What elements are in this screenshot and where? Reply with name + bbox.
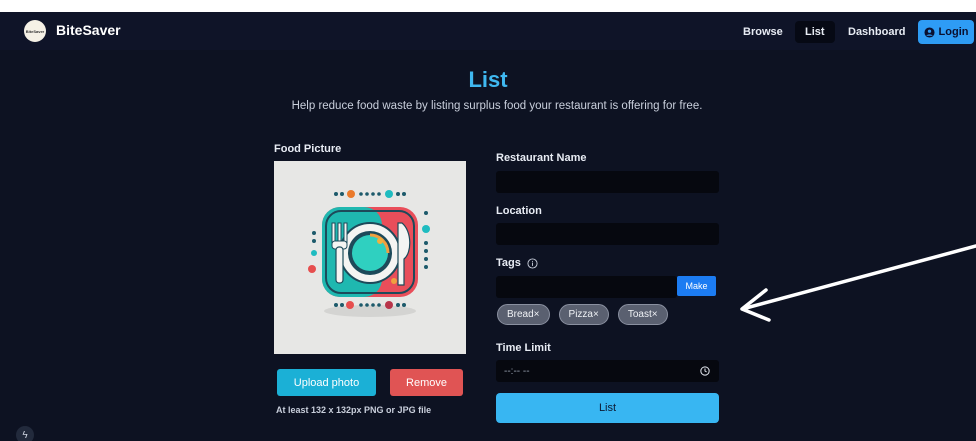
submit-list-button[interactable]: List [496,393,719,423]
tags-input[interactable] [496,276,677,298]
food-picture-preview [274,161,466,354]
restaurant-name-input[interactable] [496,171,719,193]
tag-chip-pizza[interactable]: Pizza× [558,304,609,325]
navbar: BiteSaver BiteSaver Browse List Dashboar… [0,12,976,50]
login-label: Login [938,26,969,38]
time-limit-label: Time Limit [496,342,551,354]
page-title: List [468,67,508,92]
time-limit-value: --:-- -- [504,365,530,377]
location-input[interactable] [496,223,719,245]
app-window: BiteSaver BiteSaver Browse List Dashboar… [0,12,976,441]
user-circle-icon [923,26,935,38]
restaurant-name-label: Restaurant Name [496,152,587,164]
login-button[interactable]: Login [918,20,974,44]
tag-list: Bread× Pizza× Toast× [497,304,668,325]
food-picture-label: Food Picture [274,143,342,155]
make-tag-button[interactable]: Make [677,276,716,296]
brand-logo[interactable]: BiteSaver [24,20,46,42]
upload-hint: At least 132 x 132px PNG or JPG file [276,405,432,415]
clock-icon[interactable] [700,366,710,376]
remove-photo-button[interactable]: Remove [390,369,463,396]
info-icon[interactable] [527,257,538,269]
location-label: Location [496,205,542,217]
brand-name[interactable]: BiteSaver [56,22,121,38]
time-limit-input[interactable]: --:-- -- [496,360,719,382]
tag-chip-bread[interactable]: Bread× [497,304,550,325]
annotation-arrow [740,244,976,322]
upload-photo-button[interactable]: Upload photo [277,369,376,396]
nav-browse[interactable]: Browse [733,21,793,43]
food-plate-illustration [274,161,466,354]
page-subtitle: Help reduce food waste by listing surplu… [291,100,703,112]
nav-dashboard[interactable]: Dashboard [838,21,915,43]
tags-label: Tags [496,257,521,269]
bolt-icon[interactable]: ϟ [16,426,34,441]
nav-list[interactable]: List [795,21,835,43]
tags-label-row: Tags [496,257,538,269]
tag-chip-toast[interactable]: Toast× [617,304,668,325]
